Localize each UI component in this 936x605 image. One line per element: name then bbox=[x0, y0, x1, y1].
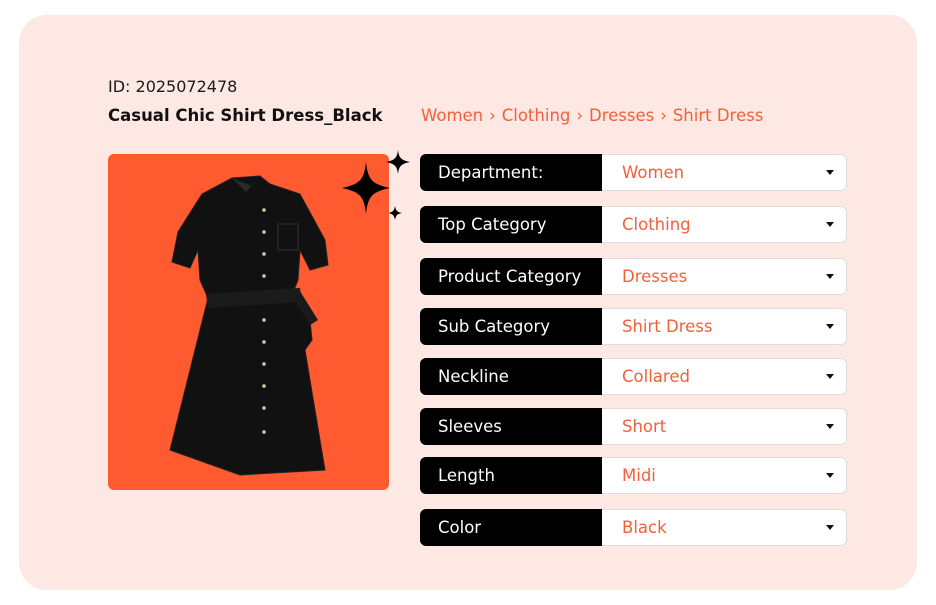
breadcrumb-separator: › bbox=[489, 106, 496, 125]
attribute-label: Department: bbox=[420, 154, 602, 191]
chevron-down-icon bbox=[826, 170, 834, 175]
neckline-select[interactable]: Collared bbox=[602, 358, 847, 395]
length-select[interactable]: Midi bbox=[602, 457, 847, 494]
chevron-down-icon bbox=[826, 222, 834, 227]
product-title: Casual Chic Shirt Dress_Black bbox=[108, 106, 383, 125]
top-category-select[interactable]: Clothing bbox=[602, 206, 847, 243]
chevron-down-icon bbox=[826, 473, 834, 478]
attribute-label: Length bbox=[420, 457, 602, 494]
selected-value: Collared bbox=[622, 367, 690, 386]
attribute-row-sub-category: Sub Category Shirt Dress bbox=[420, 308, 847, 345]
attribute-row-product-category: Product Category Dresses bbox=[420, 258, 847, 295]
attribute-row-department: Department: Women bbox=[420, 154, 847, 191]
attribute-row-neckline: Neckline Collared bbox=[420, 358, 847, 395]
chevron-down-icon bbox=[826, 324, 834, 329]
attribute-label: Sleeves bbox=[420, 408, 602, 445]
attribute-label: Sub Category bbox=[420, 308, 602, 345]
breadcrumb-item-clothing[interactable]: Clothing bbox=[502, 106, 571, 125]
attribute-label: Top Category bbox=[420, 206, 602, 243]
attribute-row-color: Color Black bbox=[420, 509, 847, 546]
selected-value: Short bbox=[622, 417, 667, 436]
chevron-down-icon bbox=[826, 424, 834, 429]
breadcrumb-item-shirt-dress[interactable]: Shirt Dress bbox=[673, 106, 763, 125]
attribute-row-sleeves: Sleeves Short bbox=[420, 408, 847, 445]
breadcrumb-separator: › bbox=[576, 106, 583, 125]
chevron-down-icon bbox=[826, 525, 834, 530]
selected-value: Black bbox=[622, 518, 667, 537]
attribute-row-length: Length Midi bbox=[420, 457, 847, 494]
chevron-down-icon bbox=[826, 274, 834, 279]
chevron-down-icon bbox=[826, 374, 834, 379]
attribute-row-top-category: Top Category Clothing bbox=[420, 206, 847, 243]
product-id: ID: 2025072478 bbox=[108, 77, 238, 96]
breadcrumb-item-women[interactable]: Women bbox=[421, 106, 483, 125]
breadcrumb: Women › Clothing › Dresses › Shirt Dress bbox=[421, 106, 763, 125]
color-select[interactable]: Black bbox=[602, 509, 847, 546]
selected-value: Shirt Dress bbox=[622, 317, 713, 336]
breadcrumb-separator: › bbox=[660, 106, 667, 125]
product-category-select[interactable]: Dresses bbox=[602, 258, 847, 295]
selected-value: Clothing bbox=[622, 215, 691, 234]
department-select[interactable]: Women bbox=[602, 154, 847, 191]
attribute-label: Neckline bbox=[420, 358, 602, 395]
selected-value: Dresses bbox=[622, 267, 688, 286]
selected-value: Midi bbox=[622, 466, 656, 485]
sleeves-select[interactable]: Short bbox=[602, 408, 847, 445]
attribute-label: Color bbox=[420, 509, 602, 546]
attribute-label: Product Category bbox=[420, 258, 602, 295]
sub-category-select[interactable]: Shirt Dress bbox=[602, 308, 847, 345]
breadcrumb-item-dresses[interactable]: Dresses bbox=[589, 106, 654, 125]
sparkle-icon bbox=[342, 150, 410, 220]
selected-value: Women bbox=[622, 163, 685, 182]
dress-image bbox=[169, 175, 329, 476]
